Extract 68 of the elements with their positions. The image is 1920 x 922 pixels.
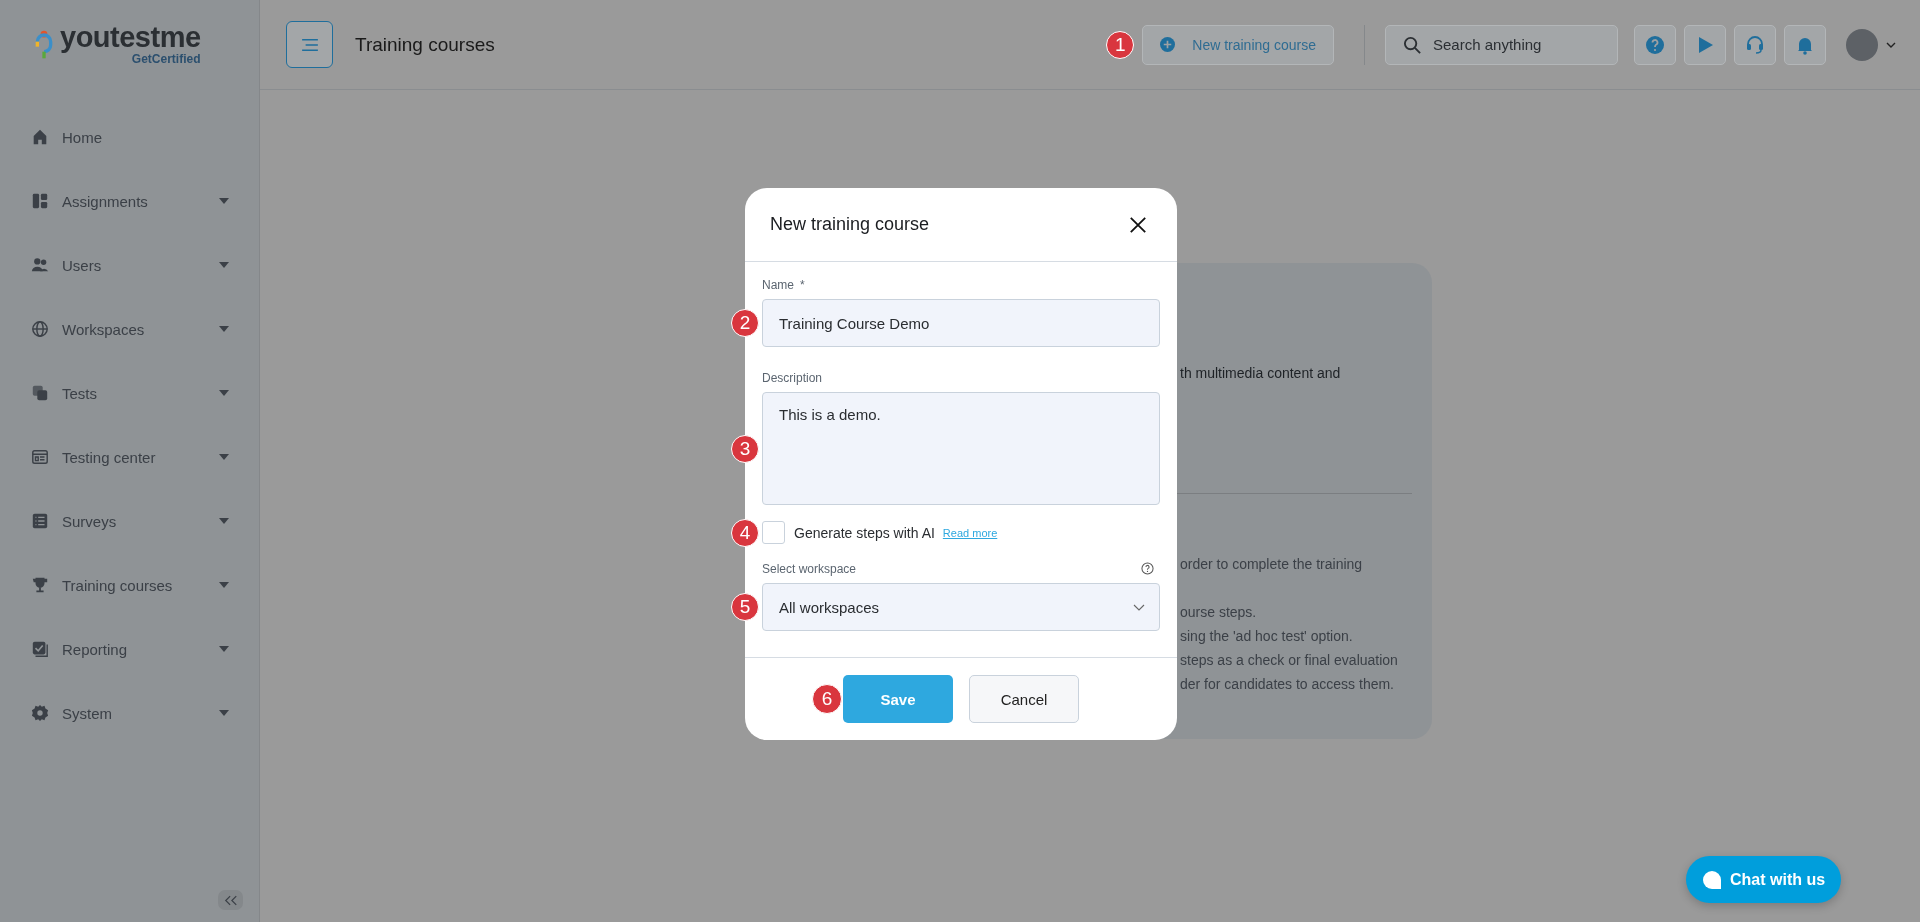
support-button[interactable] xyxy=(1734,24,1776,65)
new-training-course-button[interactable]: New training course xyxy=(1142,24,1334,65)
list-icon xyxy=(31,512,49,530)
chat-button[interactable]: Chat with us xyxy=(1686,856,1842,903)
close-icon[interactable] xyxy=(1129,215,1147,234)
sidebar-item[interactable]: Workspaces xyxy=(0,297,259,361)
caret-icon[interactable] xyxy=(1886,41,1896,48)
dashboard-icon xyxy=(31,192,49,210)
dialog-title: New training course xyxy=(770,214,930,235)
menu-button[interactable] xyxy=(286,21,333,68)
logo-tagline: GetCertified xyxy=(131,52,201,66)
help-icon[interactable] xyxy=(1141,562,1154,575)
globe-icon xyxy=(31,320,49,338)
trophy-icon xyxy=(31,576,49,594)
help-icon xyxy=(1645,34,1665,55)
description-field[interactable]: This is a demo. xyxy=(762,392,1160,505)
page-title: Training courses xyxy=(355,33,495,56)
double-chevron-icon xyxy=(223,894,238,906)
sidebar-item[interactable]: Home xyxy=(0,105,259,169)
required-mark: * xyxy=(800,278,805,292)
field-label: Name xyxy=(762,278,794,292)
field-label: Select workspace xyxy=(762,562,857,576)
avatar[interactable] xyxy=(1846,28,1878,61)
field-label: Description xyxy=(762,371,823,385)
sidebar-item[interactable]: Tests xyxy=(0,361,259,425)
help-button[interactable] xyxy=(1634,24,1676,65)
search-field[interactable]: Search anything xyxy=(1385,24,1618,65)
callout-number: 4 xyxy=(731,518,759,547)
card-text: der for candidates to access them. xyxy=(1180,675,1395,694)
sidebar-item[interactable]: Reporting xyxy=(0,617,259,681)
name-field[interactable]: Training Course Demo xyxy=(762,299,1160,347)
checkbox[interactable] xyxy=(762,521,785,544)
chevron-down-icon xyxy=(1133,603,1145,611)
headset-icon xyxy=(1745,34,1765,55)
sidebar-item[interactable]: System xyxy=(0,681,259,745)
card-text: sing the 'ad hoc test' option. xyxy=(1180,627,1354,646)
callout-number: 1 xyxy=(1106,30,1135,59)
sidebar-item[interactable]: Assignments xyxy=(0,169,259,233)
save-button[interactable]: Save xyxy=(843,675,953,723)
id-card-icon xyxy=(31,448,49,466)
chat-bubble-icon xyxy=(1702,869,1722,890)
plus-circle-icon xyxy=(1160,37,1176,52)
sidebar-item[interactable]: Users xyxy=(0,233,259,297)
logo-icon xyxy=(34,28,54,61)
card-text: steps as a check or final evaluation xyxy=(1180,651,1399,670)
card-text: ourse steps. xyxy=(1180,603,1258,622)
gear-icon xyxy=(31,704,49,722)
sidebar-item[interactable]: Surveys xyxy=(0,489,259,553)
workspace-dropdown[interactable]: All workspaces xyxy=(762,583,1160,631)
cancel-button[interactable]: Cancel xyxy=(969,675,1079,723)
collapse-sidebar-button[interactable] xyxy=(218,890,243,910)
read-more-link[interactable]: Read more xyxy=(942,526,998,539)
callout-number: 2 xyxy=(731,309,759,337)
card-text: order to complete the training xyxy=(1180,555,1364,574)
card-text: th multimedia content and xyxy=(1180,364,1342,383)
menu-icon xyxy=(300,37,319,52)
checked-box-icon xyxy=(31,640,49,658)
stacked-pages-icon xyxy=(31,384,49,402)
sidebar-item[interactable]: Training courses xyxy=(0,553,259,617)
callout-number: 3 xyxy=(731,434,759,463)
play-button[interactable] xyxy=(1684,24,1726,65)
sidebar-item[interactable]: Testing center xyxy=(0,425,259,489)
callout-number: 6 xyxy=(812,684,842,714)
notifications-button[interactable] xyxy=(1784,24,1826,65)
checkbox-label: Generate steps with AI xyxy=(794,524,935,541)
callout-number: 5 xyxy=(731,593,759,621)
users-icon xyxy=(31,256,49,274)
home-icon xyxy=(31,128,49,146)
